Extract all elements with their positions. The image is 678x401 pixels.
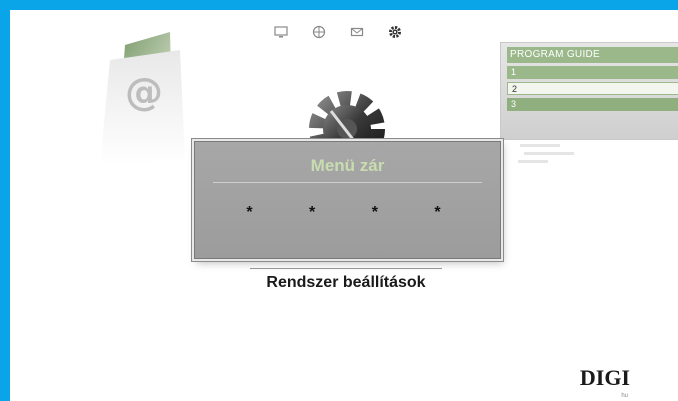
pin-input[interactable]: * * * * [195, 204, 500, 222]
program-guide-row: 3 [507, 98, 678, 111]
globe-icon[interactable] [311, 24, 327, 40]
brand-logo: DIGI [579, 365, 630, 390]
program-guide-preview: PROGRAM GUIDE 1 2 3 [500, 42, 678, 140]
section-divider [250, 268, 442, 269]
section-subtitle[interactable]: Rendszer beállítások [240, 274, 452, 292]
brand-logo-sub: hu [621, 393, 628, 399]
mail-icon[interactable] [349, 24, 365, 40]
dialog-title: Menü zár [310, 156, 385, 175]
top-menu [273, 24, 403, 40]
menu-lock-dialog: Menü zár * * * * [194, 141, 501, 259]
gear-icon[interactable] [387, 24, 403, 40]
program-guide-reflection [518, 144, 574, 163]
dialog-divider [213, 182, 482, 183]
tv-screen: @ PROGRAM GUIDE 1 2 3 BEÁLLÍTÁSOK Rendsz… [10, 10, 678, 401]
program-guide-title: PROGRAM GUIDE [507, 47, 678, 63]
program-guide-row: 2 [507, 82, 678, 95]
svg-text:@: @ [125, 70, 163, 114]
monitor-icon[interactable] [273, 24, 289, 40]
program-guide-row: 1 [507, 66, 678, 79]
